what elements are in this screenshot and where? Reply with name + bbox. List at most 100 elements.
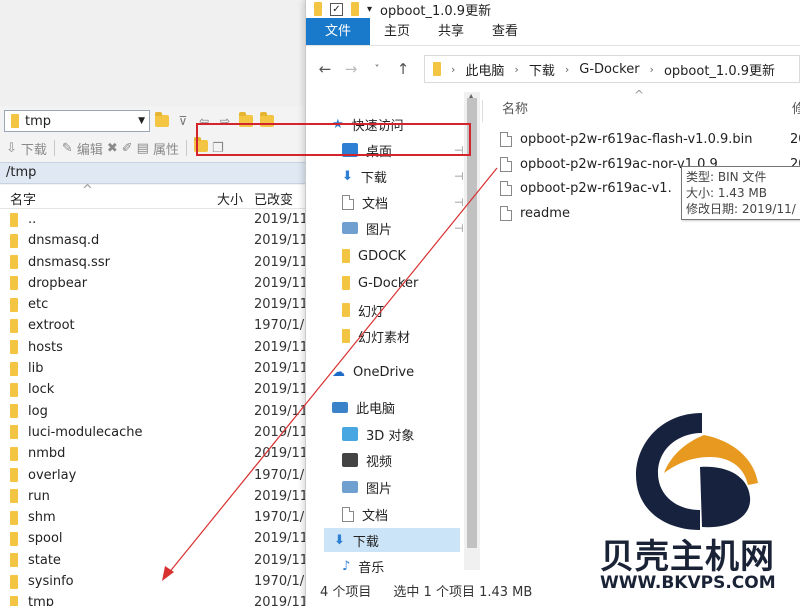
- path-combo[interactable]: tmp ▼: [4, 110, 150, 132]
- file-row[interactable]: nmbd 2019/11: [0, 443, 305, 464]
- address-bar[interactable]: › 此电脑 › 下载 › G-Docker › opboot_1.0.9更新: [424, 55, 800, 83]
- file-date: 2019/11: [254, 531, 305, 547]
- file-row[interactable]: .. 2019/11: [0, 209, 305, 230]
- column-name[interactable]: 名称: [502, 98, 528, 117]
- file-date: 1970/1/: [254, 574, 305, 590]
- nav-item-documents[interactable]: 文档 ⊣: [342, 190, 464, 214]
- scroll-thumb[interactable]: [467, 98, 477, 548]
- back-arrow-icon[interactable]: ←: [314, 58, 336, 80]
- tab-file[interactable]: 文件: [306, 18, 371, 45]
- column-header: 名字 ^ 大小 已改变: [0, 183, 305, 209]
- file-name: lib: [28, 361, 44, 377]
- navigation-pane: ★ 快速访问 桌面 ⊣ ⬇ 下载 ⊣ 文档 ⊣ 图片 ⊣ GDOCK G-Doc…: [306, 92, 464, 576]
- file-row[interactable]: sysinfo 1970/1/: [0, 571, 305, 592]
- folder-icon: [10, 276, 18, 291]
- nav-scrollbar[interactable]: ▲: [464, 92, 480, 570]
- nav-item-downloads[interactable]: ⬇ 下载 ⊣: [342, 164, 464, 188]
- download-icon: ⇩: [6, 140, 17, 156]
- nav-item-pc-pictures[interactable]: 图片: [342, 475, 392, 499]
- folder-icon: [10, 446, 18, 461]
- file-row-flash-bin[interactable]: opboot-p2w-r619ac-flash-v1.0.9.bin 20: [500, 127, 800, 151]
- nav-item-pictures[interactable]: 图片 ⊣: [342, 216, 464, 240]
- new-folder-icon[interactable]: [351, 2, 359, 16]
- file-name: extroot: [28, 318, 75, 334]
- file-row[interactable]: dnsmasq.d 2019/11: [0, 230, 305, 251]
- breadcrumb-g-docker[interactable]: G-Docker: [579, 62, 639, 77]
- file-date: 2019/11: [254, 297, 305, 313]
- file-icon: [500, 180, 512, 196]
- video-icon: [342, 453, 358, 467]
- chevron-down-icon: ▼: [138, 116, 145, 126]
- file-row[interactable]: lib 2019/11: [0, 358, 305, 379]
- file-row-v1[interactable]: opboot-p2w-r619ac-v1.: [500, 176, 672, 200]
- tab-share[interactable]: 共享: [424, 18, 478, 45]
- document-icon: [342, 194, 354, 210]
- column-modified[interactable]: 修: [792, 98, 800, 117]
- file-row[interactable]: lock 2019/11: [0, 379, 305, 400]
- rename-icon[interactable]: ✐: [122, 141, 133, 156]
- file-row[interactable]: etc 2019/11: [0, 294, 305, 315]
- open-folder-icon[interactable]: [153, 112, 171, 130]
- nav-this-pc[interactable]: 此电脑: [332, 395, 395, 419]
- download-icon: ⬇: [342, 168, 353, 184]
- download-icon: ⬇: [334, 532, 345, 548]
- file-row[interactable]: run 2019/11: [0, 486, 305, 507]
- file-row[interactable]: spool 2019/11: [0, 528, 305, 549]
- nav-item-slide-assets[interactable]: 幻灯素材: [342, 324, 410, 348]
- nav-item-gdock[interactable]: GDOCK: [342, 244, 406, 268]
- logo-icon: [636, 413, 758, 530]
- recent-locations-icon[interactable]: ˅: [366, 58, 388, 80]
- file-row[interactable]: shm 1970/1/: [0, 507, 305, 528]
- breadcrumb-this-pc[interactable]: 此电脑: [465, 60, 504, 79]
- folder-icon: [10, 318, 18, 333]
- pin-icon[interactable]: ⊣: [454, 222, 464, 235]
- nav-item-pc-documents[interactable]: 文档: [342, 502, 388, 526]
- nav-item-pc-downloads[interactable]: ⬇ 下载: [324, 528, 460, 552]
- tab-home[interactable]: 主页: [370, 18, 424, 45]
- forward-arrow-icon[interactable]: →: [340, 58, 362, 80]
- breadcrumb-downloads[interactable]: 下载: [529, 60, 555, 79]
- sort-arrow-icon: ^: [634, 88, 645, 102]
- nav-item-g-docker[interactable]: G-Docker: [342, 271, 418, 295]
- file-row[interactable]: extroot 1970/1/: [0, 315, 305, 336]
- breadcrumb-current[interactable]: opboot_1.0.9更新: [664, 60, 775, 79]
- download-button[interactable]: 下载: [21, 139, 47, 158]
- column-size[interactable]: 大小: [217, 189, 243, 208]
- properties-button[interactable]: 属性: [153, 139, 179, 158]
- folder-icon: [342, 249, 350, 263]
- file-row[interactable]: overlay 1970/1/: [0, 465, 305, 486]
- nav-item-videos[interactable]: 视频: [342, 448, 392, 472]
- nav-item-slides[interactable]: 幻灯: [342, 298, 384, 322]
- file-row[interactable]: log 2019/11: [0, 401, 305, 422]
- file-row[interactable]: tmp 2019/11/22 9:58:54: [0, 592, 305, 606]
- file-date: 2019/11: [254, 275, 305, 291]
- file-name: dropbear: [28, 275, 88, 291]
- file-name: log: [28, 403, 48, 419]
- file-list: .. 2019/11 dnsmasq.d 2019/11 dnsmasq.ssr 2019…: [0, 209, 305, 606]
- cloud-icon: ☁: [332, 364, 345, 380]
- file-row[interactable]: dnsmasq.ssr 2019/11: [0, 252, 305, 273]
- watermark-brand: 贝壳主机网: [600, 537, 775, 577]
- column-name[interactable]: 名字: [10, 189, 36, 208]
- file-row[interactable]: luci-modulecache 2019/11: [0, 422, 305, 443]
- pin-icon[interactable]: ⊣: [454, 170, 464, 183]
- folder-icon: [10, 297, 18, 312]
- nav-onedrive[interactable]: ☁ OneDrive: [332, 360, 414, 384]
- column-changed[interactable]: 已改变: [254, 189, 293, 208]
- picture-icon: [342, 222, 358, 234]
- up-arrow-icon[interactable]: ↑: [392, 58, 414, 80]
- edit-button[interactable]: 编辑: [77, 139, 103, 158]
- file-name: shm: [28, 510, 56, 526]
- pin-icon[interactable]: ⊣: [454, 196, 464, 209]
- delete-icon[interactable]: ✖: [107, 141, 118, 156]
- file-row[interactable]: dropbear 2019/11: [0, 273, 305, 294]
- file-row[interactable]: hosts 2019/11: [0, 337, 305, 358]
- filter-icon[interactable]: ⊽: [174, 112, 192, 130]
- text-file-icon: [500, 205, 512, 221]
- properties-check-icon[interactable]: ✓: [330, 2, 343, 16]
- tab-view[interactable]: 查看: [478, 18, 532, 45]
- file-row[interactable]: state 2019/11: [0, 550, 305, 571]
- file-row-readme[interactable]: readme: [500, 201, 570, 225]
- nav-item-3d-objects[interactable]: 3D 对象: [342, 422, 414, 446]
- quick-access-dropdown-icon[interactable]: ▾: [367, 4, 372, 15]
